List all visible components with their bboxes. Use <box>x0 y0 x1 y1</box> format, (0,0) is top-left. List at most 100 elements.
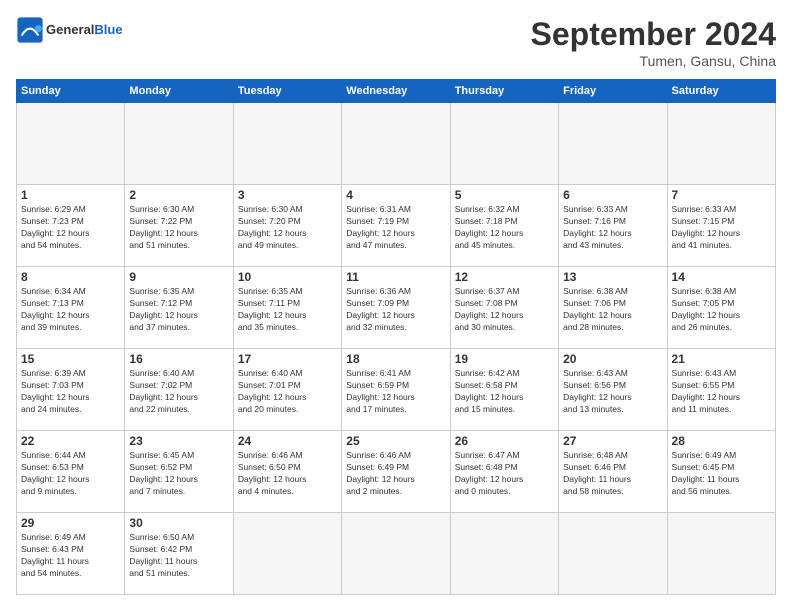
day-info: Sunrise: 6:32 AM Sunset: 7:18 PM Dayligh… <box>455 204 554 252</box>
table-row: 15Sunrise: 6:39 AM Sunset: 7:03 PM Dayli… <box>17 349 125 431</box>
header-friday: Friday <box>559 80 667 103</box>
day-info: Sunrise: 6:30 AM Sunset: 7:20 PM Dayligh… <box>238 204 337 252</box>
day-number: 3 <box>238 188 337 202</box>
day-info: Sunrise: 6:41 AM Sunset: 6:59 PM Dayligh… <box>346 368 445 416</box>
day-info: Sunrise: 6:46 AM Sunset: 6:50 PM Dayligh… <box>238 450 337 498</box>
table-row: 17 Sunrise: 6:40 AM Sunset: 7:01 PM Dayli… <box>233 349 341 431</box>
day-info: Sunrise: 6:40 AM Sunset: 7:02 PM Dayligh… <box>129 368 228 416</box>
day-info: Sunrise: 6:42 AM Sunset: 6:58 PM Dayligh… <box>455 368 554 416</box>
table-row: 30Sunrise: 6:50 AM Sunset: 6:42 PM Dayli… <box>125 513 233 595</box>
table-row: 7 Sunrise: 6:33 AM Sunset: 7:15 PM Daylig… <box>667 185 775 267</box>
day-number: 8 <box>21 270 120 284</box>
day-number: 19 <box>455 352 554 366</box>
logo-icon <box>16 16 44 44</box>
title-block: September 2024 Tumen, Gansu, China <box>531 16 776 69</box>
table-row <box>233 513 341 595</box>
day-info: Sunrise: 6:43 AM Sunset: 6:55 PM Dayligh… <box>672 368 771 416</box>
day-info: Sunrise: 6:38 AM Sunset: 7:06 PM Dayligh… <box>563 286 662 334</box>
table-row <box>667 513 775 595</box>
location: Tumen, Gansu, China <box>531 53 776 69</box>
day-number: 27 <box>563 434 662 448</box>
day-number: 16 <box>129 352 228 366</box>
day-number: 4 <box>346 188 445 202</box>
day-info: Sunrise: 6:49 AM Sunset: 6:43 PM Dayligh… <box>21 532 120 580</box>
day-info: Sunrise: 6:48 AM Sunset: 6:46 PM Dayligh… <box>563 450 662 498</box>
table-row: 1Sunrise: 6:29 AM Sunset: 7:23 PM Daylig… <box>17 185 125 267</box>
day-number: 18 <box>346 352 445 366</box>
table-row: 21 Sunrise: 6:43 AM Sunset: 6:55 PM Dayli… <box>667 349 775 431</box>
table-row: 19 Sunrise: 6:42 AM Sunset: 6:58 PM Dayli… <box>450 349 558 431</box>
calendar-row <box>17 103 776 185</box>
table-row <box>450 513 558 595</box>
table-row: 18 Sunrise: 6:41 AM Sunset: 6:59 PM Dayli… <box>342 349 450 431</box>
table-row <box>559 103 667 185</box>
day-number: 25 <box>346 434 445 448</box>
day-number: 6 <box>563 188 662 202</box>
day-number: 13 <box>563 270 662 284</box>
day-info: Sunrise: 6:50 AM Sunset: 6:42 PM Dayligh… <box>129 532 228 580</box>
table-row: 16 Sunrise: 6:40 AM Sunset: 7:02 PM Dayli… <box>125 349 233 431</box>
day-info: Sunrise: 6:38 AM Sunset: 7:05 PM Dayligh… <box>672 286 771 334</box>
day-info: Sunrise: 6:30 AM Sunset: 7:22 PM Dayligh… <box>129 204 228 252</box>
table-row: 11 Sunrise: 6:36 AM Sunset: 7:09 PM Dayli… <box>342 267 450 349</box>
table-row: 6Sunrise: 6:33 AM Sunset: 7:16 PM Daylig… <box>559 185 667 267</box>
day-number: 7 <box>672 188 771 202</box>
day-number: 23 <box>129 434 228 448</box>
table-row: 10 Sunrise: 6:35 AM Sunset: 7:11 PM Dayli… <box>233 267 341 349</box>
header-thursday: Thursday <box>450 80 558 103</box>
header-wednesday: Wednesday <box>342 80 450 103</box>
day-number: 17 <box>238 352 337 366</box>
day-number: 9 <box>129 270 228 284</box>
table-row: 3 Sunrise: 6:30 AM Sunset: 7:20 PM Daylig… <box>233 185 341 267</box>
calendar-header-row: Sunday Monday Tuesday Wednesday Thursday… <box>17 80 776 103</box>
table-row: 13 Sunrise: 6:38 AM Sunset: 7:06 PM Dayli… <box>559 267 667 349</box>
table-row: 27 Sunrise: 6:48 AM Sunset: 6:46 PM Dayli… <box>559 431 667 513</box>
table-row <box>125 103 233 185</box>
table-row <box>342 103 450 185</box>
day-info: Sunrise: 6:36 AM Sunset: 7:09 PM Dayligh… <box>346 286 445 334</box>
calendar-row: 15Sunrise: 6:39 AM Sunset: 7:03 PM Dayli… <box>17 349 776 431</box>
table-row <box>233 103 341 185</box>
day-number: 24 <box>238 434 337 448</box>
table-row: 23Sunrise: 6:45 AM Sunset: 6:52 PM Dayli… <box>125 431 233 513</box>
calendar-table: Sunday Monday Tuesday Wednesday Thursday… <box>16 79 776 595</box>
table-row: 25Sunrise: 6:46 AM Sunset: 6:49 PM Dayli… <box>342 431 450 513</box>
day-number: 26 <box>455 434 554 448</box>
table-row: 12Sunrise: 6:37 AM Sunset: 7:08 PM Dayli… <box>450 267 558 349</box>
table-row: 8 Sunrise: 6:34 AM Sunset: 7:13 PM Daylig… <box>17 267 125 349</box>
table-row: 4Sunrise: 6:31 AM Sunset: 7:19 PM Daylig… <box>342 185 450 267</box>
table-row: 20Sunrise: 6:43 AM Sunset: 6:56 PM Dayli… <box>559 349 667 431</box>
day-info: Sunrise: 6:34 AM Sunset: 7:13 PM Dayligh… <box>21 286 120 334</box>
day-number: 10 <box>238 270 337 284</box>
table-row <box>559 513 667 595</box>
calendar-row: 8 Sunrise: 6:34 AM Sunset: 7:13 PM Daylig… <box>17 267 776 349</box>
table-row <box>667 103 775 185</box>
day-number: 5 <box>455 188 554 202</box>
table-row: 9Sunrise: 6:35 AM Sunset: 7:12 PM Daylig… <box>125 267 233 349</box>
day-number: 15 <box>21 352 120 366</box>
day-info: Sunrise: 6:40 AM Sunset: 7:01 PM Dayligh… <box>238 368 337 416</box>
day-number: 12 <box>455 270 554 284</box>
day-info: Sunrise: 6:35 AM Sunset: 7:11 PM Dayligh… <box>238 286 337 334</box>
calendar-row: 1Sunrise: 6:29 AM Sunset: 7:23 PM Daylig… <box>17 185 776 267</box>
page: GeneralBlue September 2024 Tumen, Gansu,… <box>0 0 792 612</box>
logo: GeneralBlue <box>16 16 123 44</box>
calendar-row: 22Sunrise: 6:44 AM Sunset: 6:53 PM Dayli… <box>17 431 776 513</box>
day-number: 28 <box>672 434 771 448</box>
day-number: 1 <box>21 188 120 202</box>
table-row: 28 Sunrise: 6:49 AM Sunset: 6:45 PM Dayli… <box>667 431 775 513</box>
table-row <box>17 103 125 185</box>
day-info: Sunrise: 6:47 AM Sunset: 6:48 PM Dayligh… <box>455 450 554 498</box>
table-row: 2 Sunrise: 6:30 AM Sunset: 7:22 PM Daylig… <box>125 185 233 267</box>
day-number: 14 <box>672 270 771 284</box>
day-number: 22 <box>21 434 120 448</box>
table-row: 26 Sunrise: 6:47 AM Sunset: 6:48 PM Dayli… <box>450 431 558 513</box>
table-row <box>450 103 558 185</box>
day-number: 21 <box>672 352 771 366</box>
header-saturday: Saturday <box>667 80 775 103</box>
day-info: Sunrise: 6:49 AM Sunset: 6:45 PM Dayligh… <box>672 450 771 498</box>
day-number: 2 <box>129 188 228 202</box>
day-info: Sunrise: 6:33 AM Sunset: 7:15 PM Dayligh… <box>672 204 771 252</box>
day-number: 11 <box>346 270 445 284</box>
table-row: 29Sunrise: 6:49 AM Sunset: 6:43 PM Dayli… <box>17 513 125 595</box>
